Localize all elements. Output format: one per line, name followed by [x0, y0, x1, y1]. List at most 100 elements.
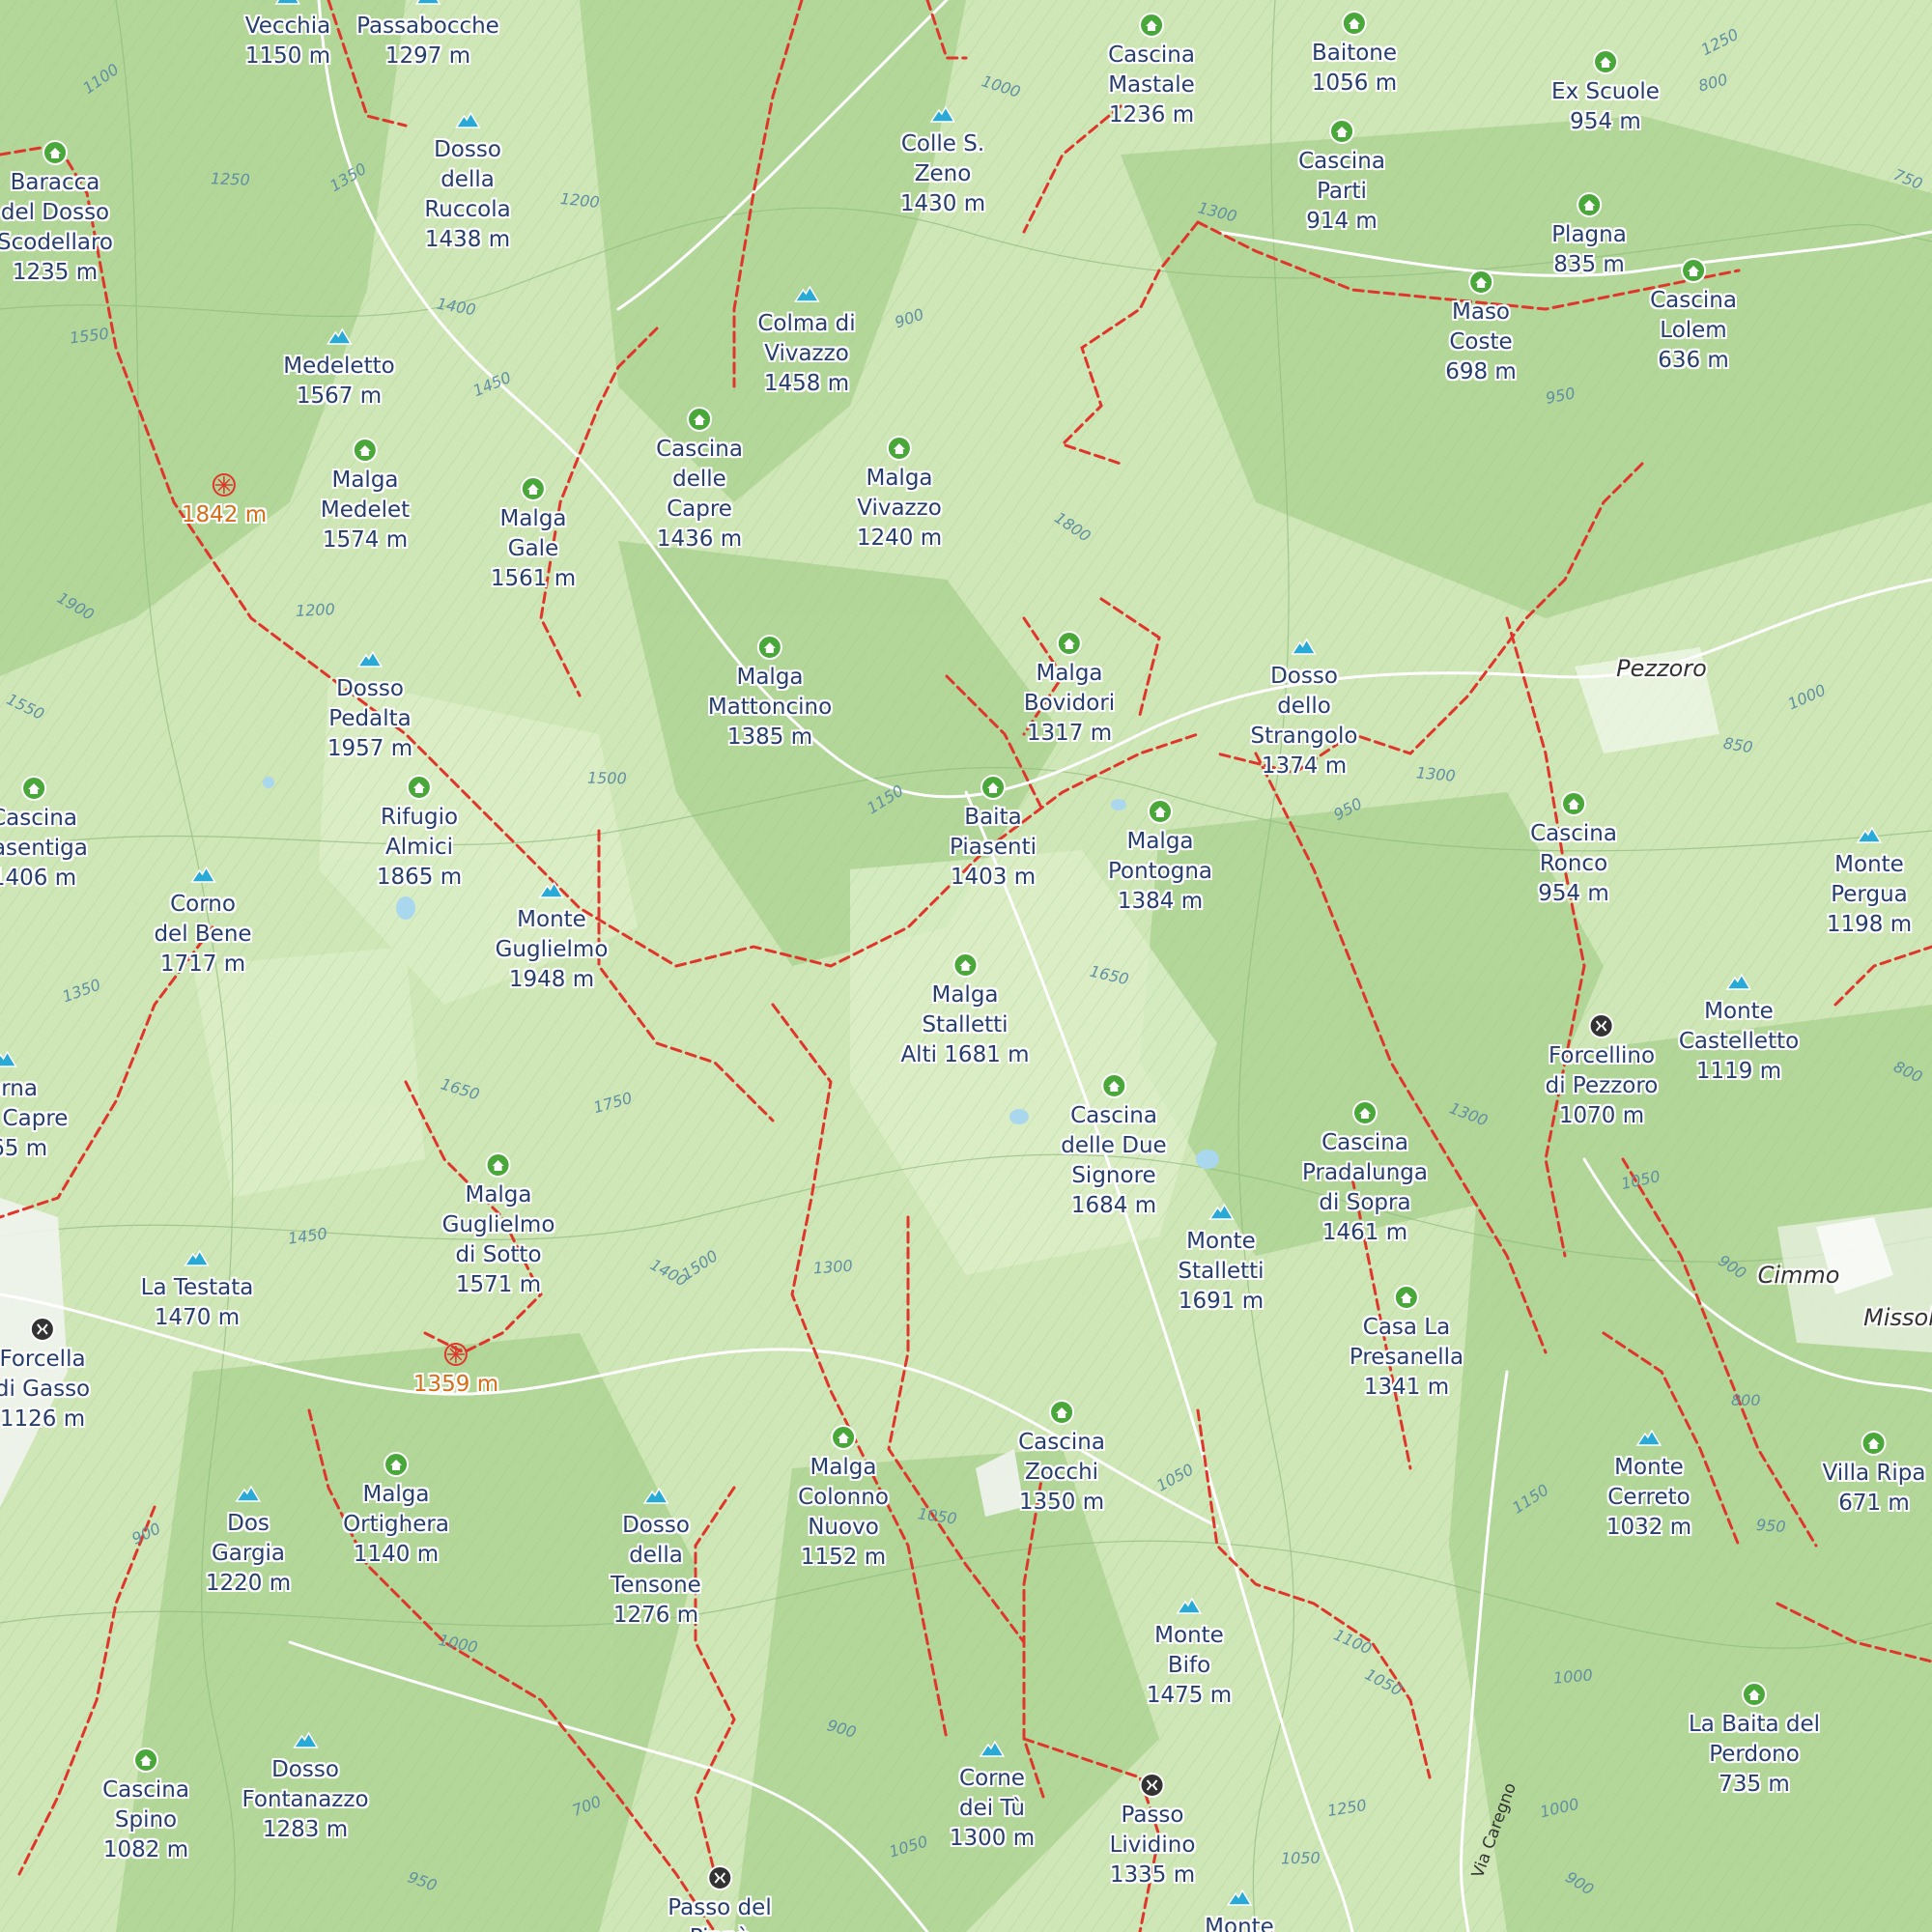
hut-icon: [407, 775, 432, 800]
poi-label-line: Signore: [1071, 1163, 1156, 1188]
hut-marker[interactable]: La Baita del Perdono 735 m: [1689, 1681, 1820, 1800]
hut-marker[interactable]: Rifugio Almici 1865 m: [377, 774, 462, 893]
hut-marker[interactable]: Ex Scuole 954 m: [1551, 48, 1660, 137]
peak-marker[interactable]: Monte Cerreto 1032 m: [1606, 1424, 1691, 1543]
mountain-pass-marker[interactable]: Forcella di Gasso 1126 m: [0, 1316, 90, 1435]
peak-marker[interactable]: Medeletto 1567 m: [283, 323, 395, 412]
poi-label-line: Cascina: [0, 806, 77, 831]
poi-label-line: Baitone: [1311, 41, 1398, 66]
mountain-pass-marker[interactable]: Passo Lividino 1335 m: [1110, 1772, 1195, 1890]
poi-label-line: Zeno: [914, 161, 972, 186]
peak-marker[interactable]: Dosso Fontanazzo 1283 m: [242, 1726, 369, 1845]
peak-marker[interactable]: Passabocche 1297 m: [356, 0, 499, 71]
peak-marker[interactable]: Dos Gargia 1220 m: [206, 1480, 291, 1599]
peak-marker[interactable]: Monte: [1205, 1884, 1274, 1932]
hut-marker[interactable]: Cascina Pradalunga di Sopra 1461 m: [1302, 1099, 1428, 1248]
poi-label-line: Monte: [517, 907, 586, 932]
hut-marker[interactable]: Plagna 835 m: [1551, 191, 1627, 280]
poi-label-line: Maso: [1452, 299, 1510, 325]
hut-marker[interactable]: Cascina Pasentiga 1406 m: [0, 775, 88, 894]
hut-marker[interactable]: Cascina Mastale 1236 m: [1108, 12, 1195, 130]
town-label[interactable]: Missol: [1863, 1304, 1932, 1331]
hut-marker[interactable]: Malga Vivazzo 1240 m: [857, 435, 942, 554]
poi-label-line: 1691 m: [1178, 1289, 1264, 1314]
hut-marker[interactable]: Villa Ripa 671 m: [1823, 1430, 1925, 1519]
peak-marker[interactable]: Monte Stalletti 1691 m: [1178, 1198, 1264, 1317]
hut-marker[interactable]: Cascina delle Capre 1436 m: [656, 406, 743, 554]
hut-marker[interactable]: Maso Coste 698 m: [1445, 269, 1517, 387]
peak-marker[interactable]: Vecchia 1150 m: [245, 0, 330, 71]
poi-label-line: Malga: [736, 665, 804, 690]
peak-marker[interactable]: Monte Castelletto 1119 m: [1679, 968, 1799, 1087]
poi-label-line: Zocchi: [1024, 1460, 1099, 1485]
hut-marker[interactable]: Cascina delle Due Signore 1684 m: [1061, 1072, 1167, 1221]
hut-icon: [1057, 631, 1082, 656]
poi-label-line: Malga: [362, 1482, 430, 1507]
hut-marker[interactable]: Malga Bovidori 1317 m: [1024, 630, 1115, 749]
viewpoint-marker[interactable]: 1359 m: [413, 1341, 498, 1400]
peak-marker[interactable]: Monte Guglielmo 1948 m: [496, 876, 608, 995]
poi-label-line: Plagna: [1551, 222, 1627, 247]
viewpoint-marker[interactable]: 1842 m: [182, 471, 267, 530]
mountain-pass-marker[interactable]: Passo del Pianè: [668, 1864, 772, 1932]
peak-marker[interactable]: La Testata 1470 m: [141, 1244, 253, 1333]
hut-marker[interactable]: Malga Medelet 1574 m: [321, 437, 410, 555]
peak-marker[interactable]: Colma di Vivazzo 1458 m: [757, 280, 856, 399]
hut-marker[interactable]: Baita Piasenti 1403 m: [950, 774, 1037, 893]
hut-marker[interactable]: Malga Mattoncino 1385 m: [708, 634, 832, 753]
hut-marker[interactable]: Malga Gale 1561 m: [491, 475, 576, 594]
hut-icon: [133, 1747, 158, 1773]
peak-marker[interactable]: Monte Pergua 1198 m: [1827, 821, 1912, 940]
hut-marker[interactable]: Casa La Presanella 1341 m: [1350, 1284, 1463, 1403]
peak-marker[interactable]: Dosso dello Strangolo 1374 m: [1251, 633, 1357, 781]
poi-label-line: dello: [1277, 694, 1331, 719]
poi-label-line: 954 m: [1538, 881, 1609, 906]
poi-label-line: 1150 m: [244, 43, 331, 69]
hut-marker[interactable]: Malga Pontogna 1384 m: [1108, 798, 1212, 917]
peak-icon: [793, 285, 820, 302]
hut-marker[interactable]: Cascina Lolem 636 m: [1650, 257, 1737, 376]
pass-icon: [1589, 1013, 1614, 1038]
poi-label-line: Forcellino: [1548, 1043, 1656, 1068]
hut-marker[interactable]: Malga Colonno Nuovo 1152 m: [798, 1424, 889, 1573]
peak-icon: [414, 0, 441, 5]
poi-label-line: 1684 m: [1070, 1193, 1157, 1218]
poi-label-line: Pianè: [668, 1923, 771, 1932]
hut-icon: [1101, 1073, 1126, 1098]
peak-icon: [454, 111, 481, 128]
hut-marker[interactable]: Cascina Spino 1082 m: [102, 1747, 189, 1865]
peak-marker[interactable]: Corno del Bene 1717 m: [154, 861, 252, 980]
poi-label-line: Bifo: [1167, 1653, 1211, 1678]
poi-label-line: Parti: [1317, 179, 1367, 204]
hut-marker[interactable]: Baitone 1056 m: [1312, 10, 1397, 99]
hut-marker[interactable]: Cascina Ronco 954 m: [1530, 790, 1617, 909]
poi-label-line: Baracca: [10, 170, 100, 195]
town-label[interactable]: Pezzoro: [1616, 655, 1707, 682]
town-label[interactable]: Cimmo: [1758, 1262, 1840, 1289]
poi-label-line: Casa La: [1362, 1315, 1451, 1340]
mountain-pass-marker[interactable]: Forcellino di Pezzoro 1070 m: [1546, 1012, 1658, 1131]
hut-icon: [353, 438, 378, 463]
peak-marker[interactable]: Monte Bifo 1475 m: [1147, 1592, 1232, 1711]
poi-label-line: Castelletto: [1678, 1029, 1800, 1054]
hut-marker[interactable]: Malga Ortighera 1140 m: [343, 1451, 449, 1570]
poi-label-line: Mastale: [1108, 72, 1195, 98]
hut-marker[interactable]: Malga Guglielmo di Sotto 1571 m: [442, 1151, 554, 1300]
peak-marker[interactable]: Dosso della Tensone 1276 m: [611, 1482, 701, 1631]
poi-label-line: 1842 m: [181, 502, 268, 527]
map-canvas[interactable]: Vecchia 1150 m Passabocche 1297 m Cascina Ma…: [0, 0, 1932, 1932]
peak-marker[interactable]: Corne dei Tù 1300 m: [950, 1735, 1035, 1854]
peak-marker[interactable]: Corna delle Capre 1565 m: [0, 1045, 68, 1164]
hut-marker[interactable]: Cascina Zocchi 1350 m: [1018, 1399, 1105, 1518]
peak-marker[interactable]: Dosso della Ruccola 1438 m: [424, 106, 511, 255]
poi-label-line: Coste: [1449, 329, 1513, 355]
poi-label-line: 1300 m: [949, 1826, 1036, 1851]
hut-marker[interactable]: Cascina Parti 914 m: [1298, 118, 1385, 237]
poi-label-line: Cascina: [656, 437, 743, 462]
poi-label-line: Monte: [1205, 1915, 1274, 1932]
peak-marker[interactable]: Colle S. Zeno 1430 m: [900, 100, 985, 219]
hut-marker[interactable]: Malga Stalletti Alti 1681 m: [900, 952, 1030, 1070]
peak-marker[interactable]: Dosso Pedalta 1957 m: [327, 645, 412, 764]
hut-marker[interactable]: Baracca del Dosso Scodellaro 1235 m: [0, 139, 113, 288]
peak-icon: [326, 327, 353, 345]
